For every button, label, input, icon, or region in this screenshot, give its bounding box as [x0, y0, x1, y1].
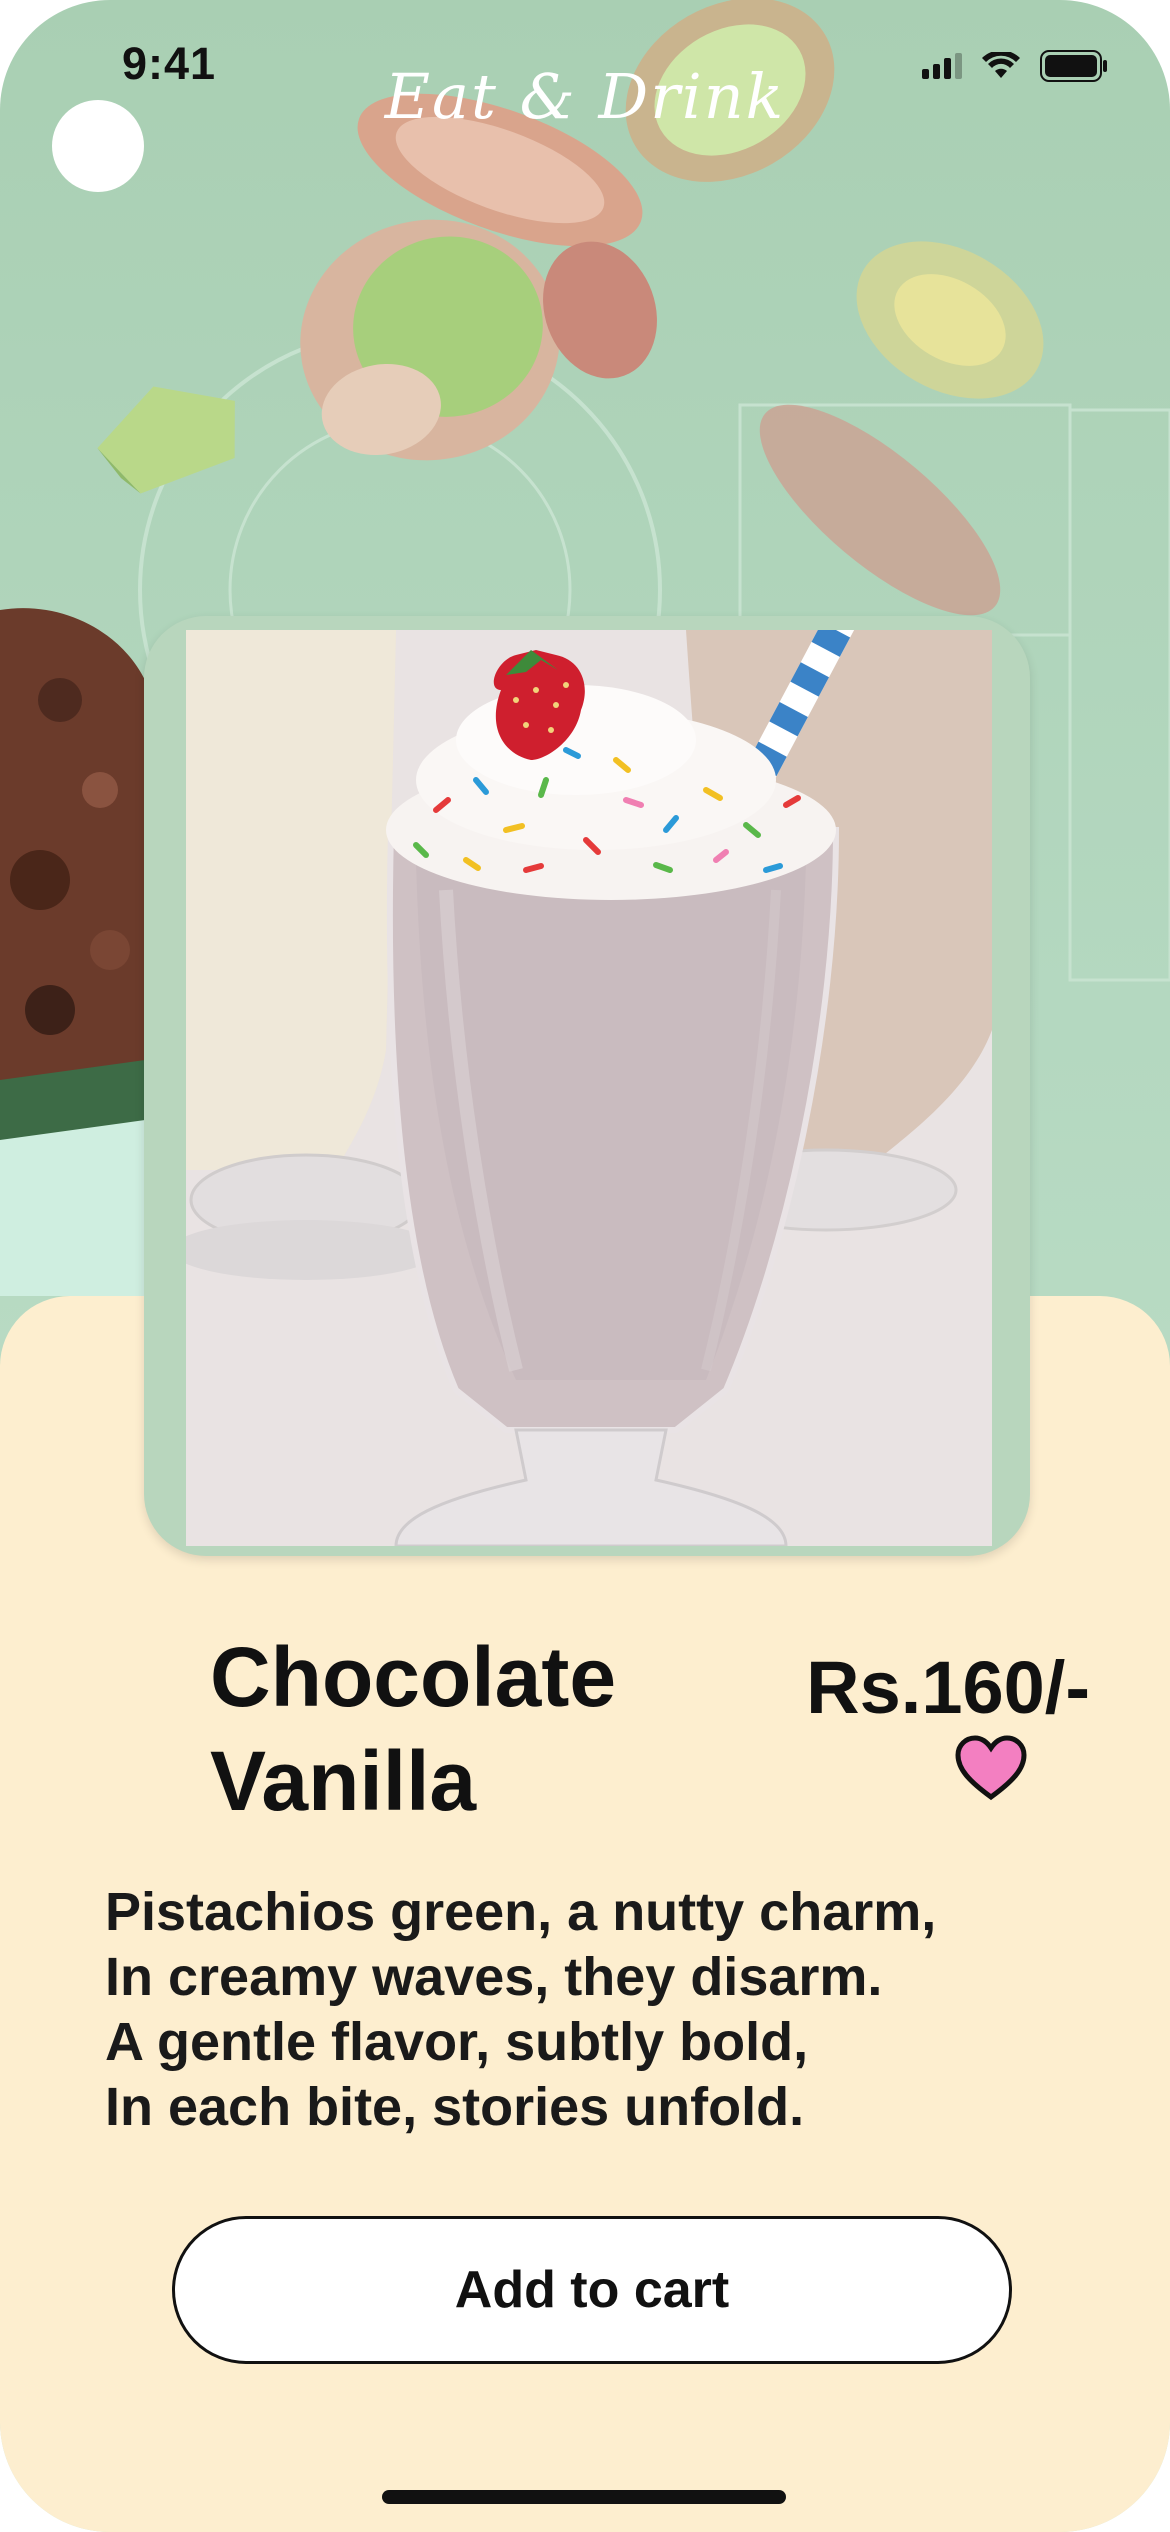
description-line: Pistachios green, a nutty charm, — [105, 1882, 937, 1942]
description-line: In creamy waves, they disarm. — [105, 1947, 883, 2007]
product-name: Chocolate Vanilla — [210, 1625, 616, 1833]
add-to-cart-button[interactable]: Add to cart — [172, 2216, 1012, 2364]
home-indicator[interactable] — [382, 2490, 786, 2504]
product-description: Pistachios green, a nutty charm, In crea… — [105, 1880, 1065, 2140]
pistachio-shell-blur-decoration — [759, 404, 1001, 616]
pistachio-piece-decoration — [97, 386, 235, 494]
brand-title: Eat & Drink — [384, 60, 786, 133]
favorite-heart-icon[interactable] — [955, 1735, 1027, 1801]
brownie-decoration — [0, 608, 145, 1296]
product-name-line-1: Chocolate — [210, 1630, 617, 1724]
phone-screen: 9:41 Eat & Drink Chocolate Vanilla Rs.16… — [0, 0, 1170, 2532]
description-line: In each bite, stories unfold. — [105, 2077, 805, 2137]
product-name-line-2: Vanilla — [210, 1734, 477, 1828]
milkshake-illustration — [186, 630, 992, 1546]
product-photo — [186, 630, 992, 1546]
description-line: A gentle flavor, subtly bold, — [105, 2012, 809, 2072]
faint-rect-decoration-2 — [1068, 408, 1170, 982]
product-price: Rs.160/- — [806, 1646, 1090, 1729]
pistachio-blur-decoration — [856, 241, 1044, 399]
